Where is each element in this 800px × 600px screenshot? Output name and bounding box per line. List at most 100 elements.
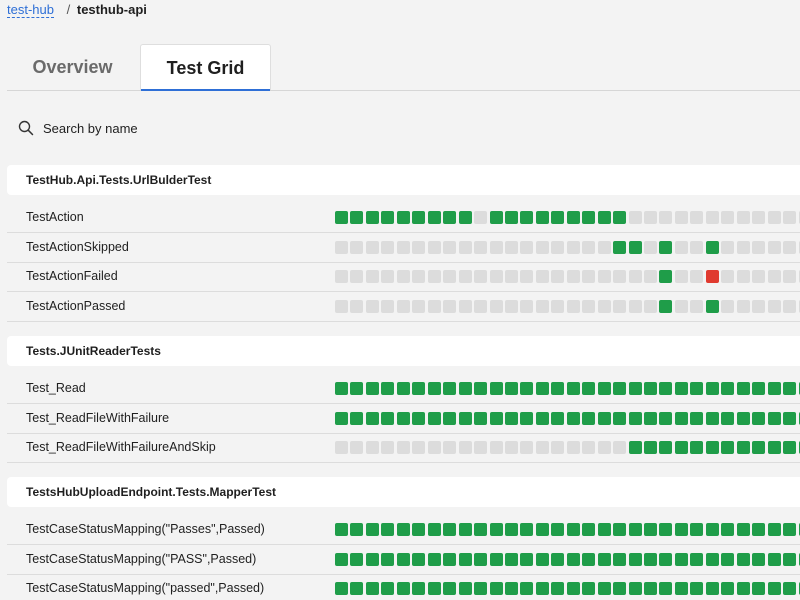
- run-cell-pass[interactable]: [706, 411, 719, 425]
- run-cell-pass[interactable]: [350, 411, 363, 425]
- run-cell-pass[interactable]: [783, 582, 796, 595]
- run-cell-pass[interactable]: [397, 523, 410, 536]
- run-cell-pass[interactable]: [366, 582, 379, 595]
- run-cell-pass[interactable]: [412, 211, 425, 224]
- run-cell-pass[interactable]: [567, 382, 580, 395]
- run-cell-pass[interactable]: [551, 582, 564, 595]
- run-cell-pass[interactable]: [505, 523, 518, 536]
- run-cell-pass[interactable]: [443, 382, 456, 395]
- tab-overview[interactable]: Overview: [7, 44, 138, 90]
- run-cell-pass[interactable]: [644, 382, 657, 395]
- run-cell-pass[interactable]: [582, 411, 595, 425]
- run-cell-pass[interactable]: [690, 441, 703, 454]
- run-cell-fail[interactable]: [706, 270, 719, 283]
- run-cell-pass[interactable]: [721, 552, 734, 566]
- test-name[interactable]: TestActionSkipped: [26, 233, 129, 262]
- run-cell-pass[interactable]: [428, 523, 441, 536]
- run-cell-pass[interactable]: [706, 552, 719, 566]
- run-cell-pass[interactable]: [768, 582, 781, 595]
- run-cell-pass[interactable]: [659, 552, 672, 566]
- run-cell-pass[interactable]: [598, 582, 611, 595]
- run-cell-pass[interactable]: [474, 552, 487, 566]
- run-cell-pass[interactable]: [551, 211, 564, 224]
- run-cell-pass[interactable]: [474, 582, 487, 595]
- search-input[interactable]: Search by name: [18, 118, 138, 138]
- run-cell-pass[interactable]: [350, 211, 363, 224]
- run-cell-pass[interactable]: [783, 523, 796, 536]
- run-cell-pass[interactable]: [412, 411, 425, 425]
- run-cell-pass[interactable]: [551, 523, 564, 536]
- run-cell-pass[interactable]: [536, 382, 549, 395]
- run-cell-pass[interactable]: [690, 411, 703, 425]
- run-cell-pass[interactable]: [613, 240, 626, 254]
- run-cell-pass[interactable]: [783, 552, 796, 566]
- run-cell-pass[interactable]: [490, 411, 503, 425]
- run-cell-pass[interactable]: [644, 441, 657, 454]
- run-cell-pass[interactable]: [443, 552, 456, 566]
- run-cell-pass[interactable]: [505, 552, 518, 566]
- run-cell-pass[interactable]: [366, 552, 379, 566]
- run-cell-pass[interactable]: [752, 441, 765, 454]
- run-cell-pass[interactable]: [490, 552, 503, 566]
- run-cell-pass[interactable]: [350, 382, 363, 395]
- run-cell-pass[interactable]: [366, 523, 379, 536]
- run-cell-pass[interactable]: [644, 523, 657, 536]
- run-cell-pass[interactable]: [629, 411, 642, 425]
- run-cell-pass[interactable]: [520, 582, 533, 595]
- run-cell-pass[interactable]: [721, 411, 734, 425]
- test-name[interactable]: TestCaseStatusMapping("PASS",Passed): [26, 545, 256, 574]
- run-cell-pass[interactable]: [613, 211, 626, 224]
- run-cell-pass[interactable]: [613, 382, 626, 395]
- run-cell-pass[interactable]: [567, 211, 580, 224]
- run-cell-pass[interactable]: [459, 411, 472, 425]
- run-cell-pass[interactable]: [335, 523, 348, 536]
- run-cell-pass[interactable]: [659, 270, 672, 283]
- run-cell-pass[interactable]: [428, 211, 441, 224]
- run-cell-pass[interactable]: [644, 552, 657, 566]
- run-cell-pass[interactable]: [690, 382, 703, 395]
- run-cell-pass[interactable]: [551, 411, 564, 425]
- run-cell-pass[interactable]: [598, 552, 611, 566]
- run-cell-pass[interactable]: [536, 211, 549, 224]
- run-cell-pass[interactable]: [381, 582, 394, 595]
- run-cell-pass[interactable]: [737, 382, 750, 395]
- run-cell-pass[interactable]: [629, 441, 642, 454]
- run-cell-pass[interactable]: [366, 411, 379, 425]
- test-name[interactable]: TestActionPassed: [26, 292, 125, 321]
- run-cell-pass[interactable]: [582, 552, 595, 566]
- run-cell-pass[interactable]: [675, 523, 688, 536]
- run-cell-pass[interactable]: [737, 441, 750, 454]
- run-cell-pass[interactable]: [459, 552, 472, 566]
- run-cell-pass[interactable]: [659, 411, 672, 425]
- run-cell-pass[interactable]: [366, 211, 379, 224]
- run-cell-pass[interactable]: [752, 411, 765, 425]
- run-cell-pass[interactable]: [505, 382, 518, 395]
- run-cell-pass[interactable]: [752, 382, 765, 395]
- run-cell-pass[interactable]: [721, 382, 734, 395]
- run-cell-pass[interactable]: [675, 441, 688, 454]
- run-cell-pass[interactable]: [335, 552, 348, 566]
- run-cell-pass[interactable]: [659, 299, 672, 313]
- run-cell-pass[interactable]: [675, 382, 688, 395]
- run-cell-pass[interactable]: [737, 523, 750, 536]
- run-cell-pass[interactable]: [567, 552, 580, 566]
- run-cell-pass[interactable]: [551, 552, 564, 566]
- run-cell-pass[interactable]: [443, 523, 456, 536]
- run-cell-pass[interactable]: [644, 582, 657, 595]
- run-cell-pass[interactable]: [737, 582, 750, 595]
- breadcrumb-link-test-hub[interactable]: test-hub: [7, 2, 54, 18]
- run-cell-pass[interactable]: [350, 523, 363, 536]
- run-cell-pass[interactable]: [598, 523, 611, 536]
- run-cell-pass[interactable]: [706, 523, 719, 536]
- run-cell-pass[interactable]: [520, 411, 533, 425]
- run-cell-pass[interactable]: [737, 552, 750, 566]
- run-cell-pass[interactable]: [397, 552, 410, 566]
- run-cell-pass[interactable]: [459, 582, 472, 595]
- run-cell-pass[interactable]: [520, 211, 533, 224]
- run-cell-pass[interactable]: [567, 582, 580, 595]
- run-cell-pass[interactable]: [536, 552, 549, 566]
- run-cell-pass[interactable]: [721, 582, 734, 595]
- run-cell-pass[interactable]: [428, 382, 441, 395]
- run-cell-pass[interactable]: [567, 523, 580, 536]
- test-name[interactable]: TestCaseStatusMapping("Passes",Passed): [26, 515, 265, 544]
